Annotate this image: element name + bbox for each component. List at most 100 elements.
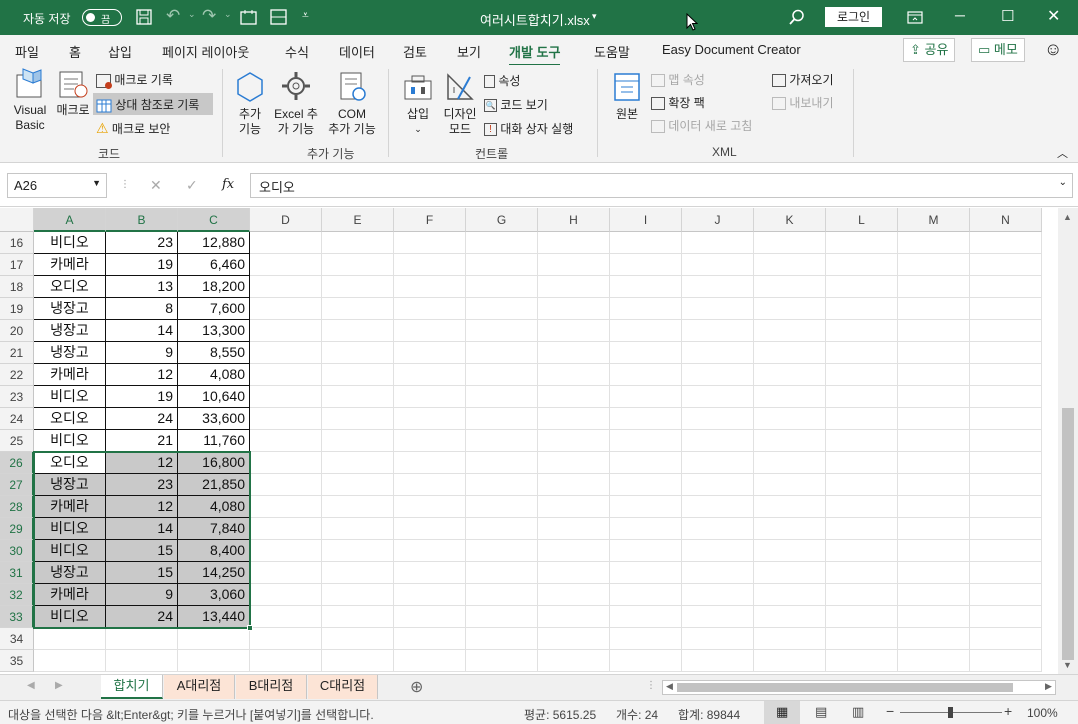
add-sheet-icon[interactable]: ⊕ <box>410 677 423 697</box>
cell[interactable] <box>610 232 682 254</box>
row-header[interactable]: 25 <box>0 430 34 452</box>
cell[interactable] <box>682 320 754 342</box>
cell[interactable] <box>538 320 610 342</box>
cell[interactable] <box>970 606 1042 628</box>
cell[interactable]: 7,600 <box>178 298 250 320</box>
tab-insert[interactable]: 삽입 <box>108 42 132 61</box>
cell[interactable] <box>250 364 322 386</box>
cell[interactable] <box>898 452 970 474</box>
cell[interactable] <box>538 254 610 276</box>
cell[interactable] <box>610 496 682 518</box>
cell[interactable] <box>394 628 466 650</box>
cell[interactable] <box>394 254 466 276</box>
row-header[interactable]: 21 <box>0 342 34 364</box>
cell[interactable] <box>610 342 682 364</box>
run-dialog-button[interactable]: ! 대화 상자 실행 <box>484 120 573 137</box>
sheet-tab-B대리점[interactable]: B대리점 <box>236 675 307 699</box>
cell[interactable] <box>250 430 322 452</box>
prev-sheet-icon[interactable]: ◀ <box>27 680 35 691</box>
excel-addins-button[interactable]: Excel 추 가 기능 <box>271 71 321 137</box>
zoom-in-icon[interactable]: + <box>1004 703 1012 719</box>
cell[interactable] <box>250 650 322 672</box>
cell[interactable] <box>898 540 970 562</box>
sheet-tab-합치기[interactable]: 합치기 <box>101 675 163 699</box>
cell[interactable] <box>610 474 682 496</box>
tab-data[interactable]: 데이터 <box>339 42 375 61</box>
cell[interactable] <box>322 562 394 584</box>
next-sheet-icon[interactable]: ▶ <box>55 680 63 691</box>
cell[interactable] <box>322 628 394 650</box>
tab-formulas[interactable]: 수식 <box>285 42 309 61</box>
cell[interactable] <box>826 364 898 386</box>
row-header[interactable]: 30 <box>0 540 34 562</box>
cell[interactable] <box>394 408 466 430</box>
cell[interactable] <box>466 474 538 496</box>
row-header[interactable]: 20 <box>0 320 34 342</box>
cell[interactable] <box>970 364 1042 386</box>
minimize-icon[interactable]: ─ <box>955 7 965 23</box>
column-header-D[interactable]: D <box>250 208 322 232</box>
scroll-down-icon[interactable]: ▼ <box>1063 660 1072 670</box>
cell[interactable] <box>610 408 682 430</box>
formula-input[interactable]: 오디오 ⌄ <box>250 173 1073 198</box>
cell[interactable] <box>466 408 538 430</box>
cell[interactable] <box>322 606 394 628</box>
cell[interactable] <box>394 452 466 474</box>
cell[interactable] <box>106 650 178 672</box>
maximize-icon[interactable]: ☐ <box>1001 7 1014 25</box>
cell[interactable] <box>682 540 754 562</box>
cell[interactable] <box>538 276 610 298</box>
cell[interactable] <box>898 232 970 254</box>
cell[interactable] <box>826 474 898 496</box>
cell[interactable] <box>538 628 610 650</box>
cell[interactable] <box>826 518 898 540</box>
redo-icon[interactable]: ↷ <box>202 6 216 26</box>
cell[interactable] <box>754 386 826 408</box>
cell[interactable] <box>250 320 322 342</box>
sheet-tab-C대리점[interactable]: C대리점 <box>308 675 378 699</box>
cell[interactable] <box>826 320 898 342</box>
login-button[interactable]: 로그인 <box>825 7 882 27</box>
cell[interactable] <box>610 430 682 452</box>
cell[interactable] <box>466 584 538 606</box>
cell[interactable] <box>970 452 1042 474</box>
row-header[interactable]: 26 <box>0 452 34 474</box>
horizontal-scrollbar[interactable]: ◀ ▶ <box>662 680 1056 695</box>
cell[interactable] <box>34 650 106 672</box>
cell[interactable] <box>250 386 322 408</box>
cell[interactable] <box>394 342 466 364</box>
cell[interactable] <box>466 386 538 408</box>
cell[interactable] <box>754 342 826 364</box>
ribbon-display-icon[interactable] <box>907 11 923 24</box>
cell[interactable] <box>826 232 898 254</box>
cell[interactable] <box>970 298 1042 320</box>
cell[interactable] <box>250 584 322 606</box>
cell[interactable] <box>826 584 898 606</box>
cell[interactable] <box>466 452 538 474</box>
cell[interactable] <box>466 430 538 452</box>
cell[interactable] <box>610 540 682 562</box>
cell[interactable]: 8 <box>106 298 178 320</box>
cell[interactable] <box>178 628 250 650</box>
cell[interactable]: 카메라 <box>34 364 106 386</box>
cell[interactable] <box>250 540 322 562</box>
cell[interactable] <box>682 452 754 474</box>
cell[interactable] <box>394 232 466 254</box>
cell[interactable]: 23 <box>106 232 178 254</box>
cell[interactable] <box>898 254 970 276</box>
column-header-J[interactable]: J <box>682 208 754 232</box>
column-header-B[interactable]: B <box>106 208 178 232</box>
cell[interactable] <box>538 232 610 254</box>
cell[interactable]: 21 <box>106 430 178 452</box>
redo-dropdown-icon[interactable]: ⌄ <box>224 9 232 20</box>
cell[interactable] <box>682 364 754 386</box>
cell[interactable] <box>610 254 682 276</box>
row-header[interactable]: 33 <box>0 606 34 628</box>
column-header-N[interactable]: N <box>970 208 1042 232</box>
share-button[interactable]: ⇪ 공유 <box>903 38 956 62</box>
tab-help[interactable]: 도움말 <box>594 42 630 61</box>
cell[interactable] <box>970 342 1042 364</box>
cell[interactable] <box>466 650 538 672</box>
cell[interactable]: 비디오 <box>34 430 106 452</box>
cell[interactable]: 18,200 <box>178 276 250 298</box>
